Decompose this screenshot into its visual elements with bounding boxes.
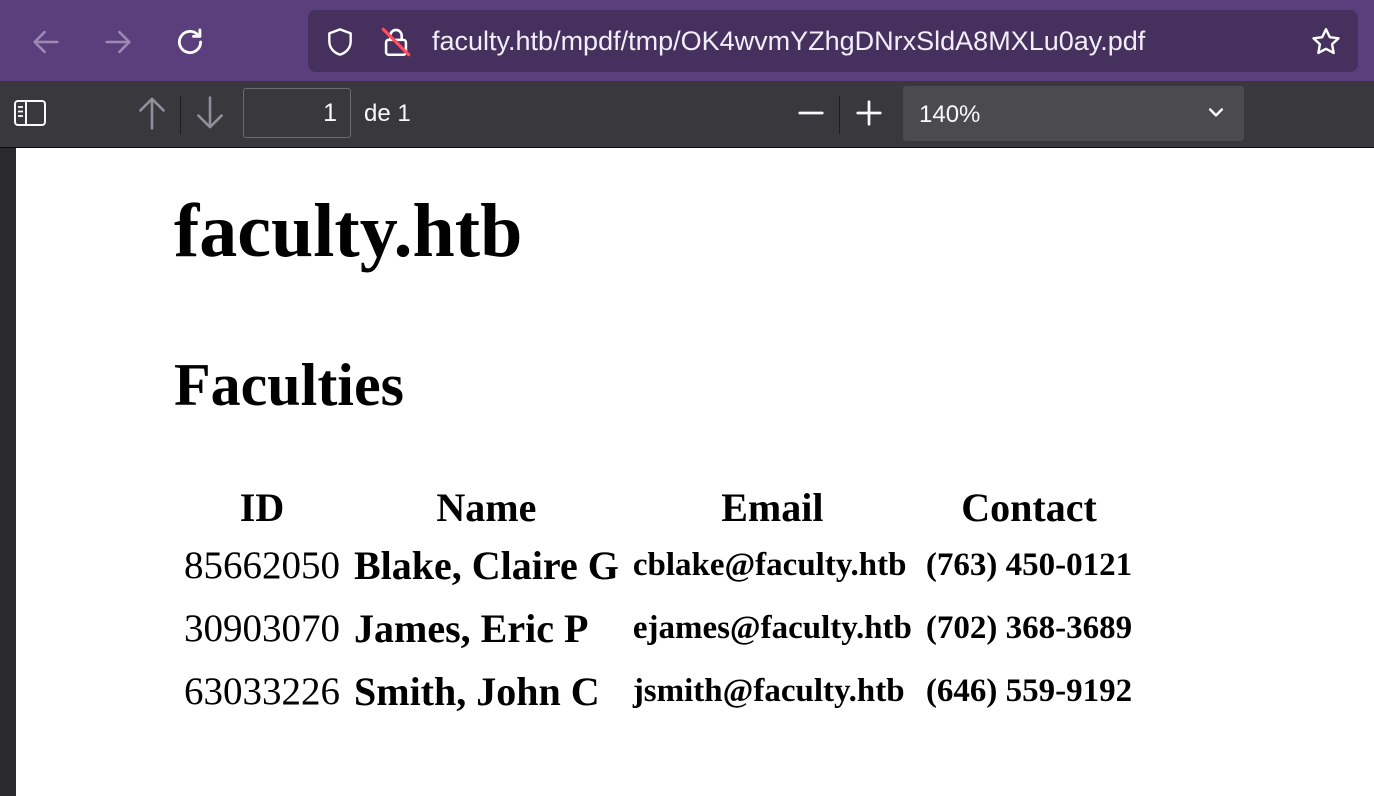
back-arrow-icon[interactable] (24, 20, 68, 64)
cell-id: 85662050 (184, 544, 340, 587)
previous-page-icon[interactable] (132, 93, 172, 133)
cell-contact: (763) 450-0121 (925, 547, 1133, 583)
toolbar-separator (839, 96, 840, 134)
url-bar[interactable]: faculty.htb/mpdf/tmp/OK4wvmYZhgDNrxSldA8… (308, 10, 1358, 72)
forward-arrow-icon[interactable] (96, 20, 140, 64)
cell-contact: (702) 368-3689 (925, 610, 1133, 646)
faculty-table: ID Name Email Contact 85662050 Blake, Cl… (177, 480, 1139, 723)
table-row: 85662050 Blake, Claire G cblake@faculty.… (177, 534, 1139, 597)
table-row: 63033226 Smith, John C jsmith@faculty.ht… (177, 660, 1139, 723)
reload-icon[interactable] (168, 20, 212, 64)
document-subtitle: Faculties (174, 352, 404, 418)
cell-id: 63033226 (184, 670, 340, 713)
table-header-row: ID Name Email Contact (177, 480, 1139, 534)
header-id: ID (239, 484, 285, 530)
zoom-in-icon[interactable] (849, 93, 889, 133)
cell-email: cblake@faculty.htb (632, 547, 907, 583)
sidebar-toggle-icon[interactable] (10, 93, 50, 133)
cell-contact: (646) 559-9192 (925, 673, 1133, 709)
document-title: faculty.htb (174, 189, 523, 273)
browser-toolbar: faculty.htb/mpdf/tmp/OK4wvmYZhgDNrxSldA8… (0, 0, 1374, 81)
cell-email: ejames@faculty.htb (632, 610, 912, 646)
zoom-select[interactable]: 140% (903, 86, 1244, 141)
shield-icon[interactable] (322, 24, 358, 60)
zoom-level: 140% (919, 101, 981, 128)
header-contact: Contact (961, 484, 1097, 530)
header-name: Name (436, 484, 537, 530)
cell-name: Blake, Claire G (354, 543, 619, 588)
header-email: Email (721, 484, 824, 530)
page-number-input[interactable] (243, 88, 351, 138)
zoom-out-icon[interactable] (791, 93, 831, 133)
next-page-icon[interactable] (190, 93, 230, 133)
page-count-label: de 1 (364, 100, 411, 127)
pdf-page: faculty.htb Faculties ID Name Email Cont… (16, 148, 1374, 796)
bookmark-star-icon[interactable] (1304, 20, 1348, 64)
table-row: 30903070 James, Eric P ejames@faculty.ht… (177, 597, 1139, 660)
pdf-viewer-area: faculty.htb Faculties ID Name Email Cont… (0, 148, 1374, 796)
cell-id: 30903070 (184, 607, 340, 650)
chevron-down-icon (1204, 100, 1228, 124)
insecure-lock-icon[interactable] (378, 24, 414, 60)
cell-email: jsmith@faculty.htb (632, 673, 905, 709)
cell-name: Smith, John C (354, 669, 600, 714)
url-text[interactable]: faculty.htb/mpdf/tmp/OK4wvmYZhgDNrxSldA8… (432, 26, 1145, 57)
pdf-toolbar: de 1 140% (0, 81, 1374, 148)
cell-name: James, Eric P (354, 606, 589, 651)
toolbar-separator (180, 96, 181, 134)
